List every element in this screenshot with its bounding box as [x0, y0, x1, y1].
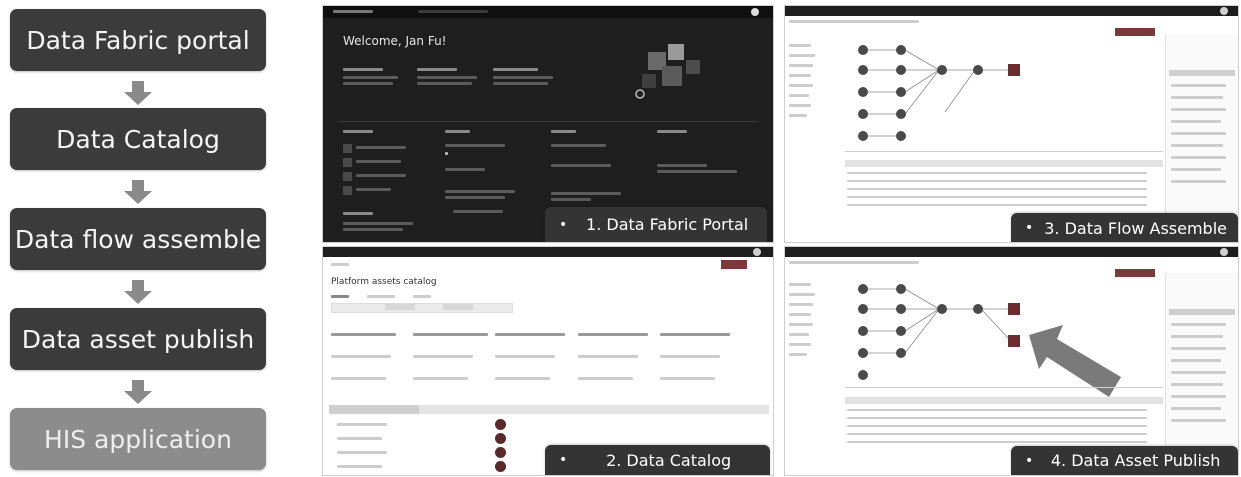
caption-bullet: •	[559, 452, 568, 468]
portal-welcome-heading: Welcome, Jan Fu!	[343, 34, 447, 48]
data-asset-publish-screenshot: • 4. Data Asset Publish	[784, 246, 1239, 476]
caption-text: 1. Data Fabric Portal	[586, 215, 749, 234]
flow-step-data-fabric-portal: Data Fabric portal	[10, 9, 266, 71]
down-arrow-icon	[124, 81, 152, 105]
flow-top-bar	[785, 6, 1238, 16]
cube-illustration	[635, 44, 700, 99]
down-arrow-icon	[124, 380, 152, 404]
caption-bullet: •	[1025, 452, 1034, 469]
data-catalog-screenshot: Platform assets catalog • 2. Data Catalo…	[322, 246, 774, 476]
caption-text: 3. Data Flow Assemble	[1044, 218, 1227, 238]
catalog-caption: • 2. Data Catalog	[545, 445, 770, 475]
flow-assemble-caption: • 3. Data Flow Assemble	[1011, 213, 1238, 242]
caption-bullet: •	[559, 216, 568, 233]
caption-bullet: •	[1025, 220, 1034, 236]
flow-step-data-flow-assemble: Data flow assemble	[10, 208, 266, 270]
catalog-top-bar	[323, 247, 773, 257]
portal-caption: • 1. Data Fabric Portal	[545, 207, 767, 242]
data-flow-assemble-screenshot: • 3. Data Flow Assemble	[784, 5, 1239, 243]
caption-text: 2. Data Catalog	[606, 450, 732, 470]
data-fabric-portal-screenshot: Welcome, Jan Fu! • 1. Data Fabric Portal	[322, 5, 774, 243]
publish-top-bar	[785, 247, 1238, 257]
catalog-title: Platform assets catalog	[331, 277, 437, 287]
asset-publish-caption: • 4. Data Asset Publish	[1011, 446, 1238, 475]
search-input[interactable]	[331, 303, 513, 313]
portal-top-bar	[323, 6, 773, 18]
flow-step-data-asset-publish: Data asset publish	[10, 308, 266, 370]
caption-text: 4. Data Asset Publish	[1050, 451, 1221, 470]
publish-flow-graph	[858, 284, 1020, 380]
flow-step-his-application: HIS application	[10, 408, 266, 470]
down-arrow-icon	[124, 180, 152, 204]
down-arrow-icon	[124, 280, 152, 304]
avatar	[751, 8, 759, 16]
flow-step-data-catalog: Data Catalog	[10, 108, 266, 170]
flow-graph	[858, 45, 1020, 141]
